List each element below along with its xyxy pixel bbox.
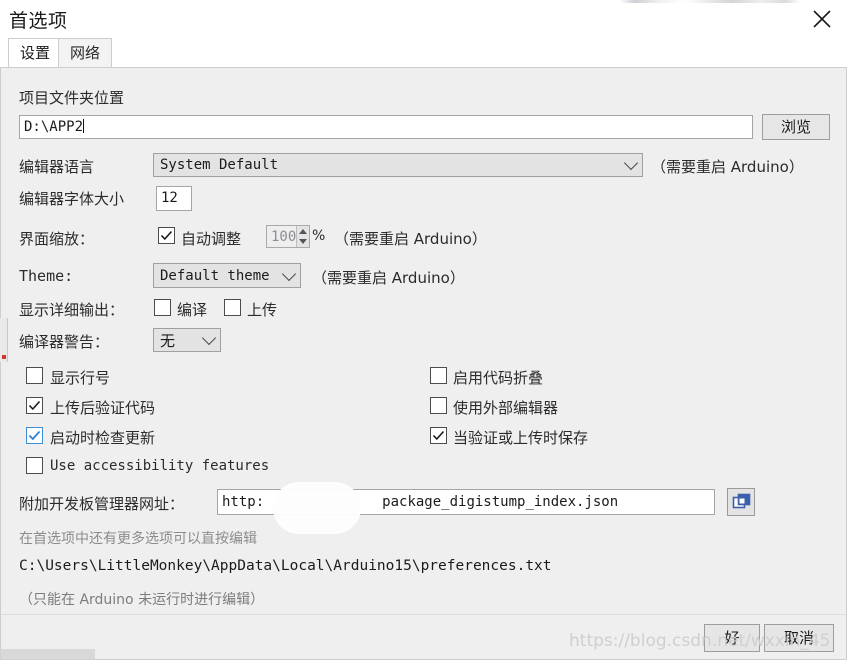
- auto-scale-label[interactable]: 自动调整: [181, 228, 241, 249]
- compiler-warnings-value: 无: [160, 331, 176, 350]
- interface-scale-restart-note: （需要重启 Arduino）: [334, 230, 487, 248]
- board-manager-urls-value-left: http:: [222, 494, 265, 510]
- stepper-up-icon[interactable]: [297, 226, 309, 237]
- title-bar: 首选项: [0, 0, 847, 38]
- verify-after-upload-checkbox[interactable]: [26, 397, 43, 414]
- tab-settings[interactable]: 设置: [8, 38, 63, 68]
- verbose-upload-checkbox[interactable]: [224, 299, 241, 316]
- show-line-numbers-checkbox[interactable]: [26, 367, 43, 384]
- percent-sign: %: [312, 228, 326, 244]
- page-title: 首选项: [9, 10, 68, 32]
- verbose-upload-label[interactable]: 上传: [247, 299, 277, 320]
- stepper-down-icon[interactable]: [297, 236, 309, 247]
- settings-panel: 项目文件夹位置 D:\APP2 浏览 编辑器语言 System Default …: [0, 68, 847, 614]
- preferences-edit-note: （只能在 Arduino 未运行时进行编辑）: [19, 592, 265, 608]
- compiler-warnings-label: 编译器警告：: [19, 333, 110, 351]
- board-manager-urls-label: 附加开发板管理器网址：: [19, 495, 185, 513]
- sketchbook-location-value: D:\APP2: [24, 119, 84, 135]
- chevron-down-icon: [198, 330, 220, 347]
- theme-label: Theme:: [19, 267, 74, 285]
- verify-after-upload-label[interactable]: 上传后验证代码: [50, 397, 155, 418]
- save-on-verify-upload-checkbox[interactable]: [430, 427, 447, 444]
- theme-restart-note: （需要重启 Arduino）: [312, 269, 465, 287]
- cancel-button[interactable]: 取消: [764, 624, 834, 652]
- enable-code-folding-checkbox[interactable]: [430, 367, 447, 384]
- interface-scale-label: 界面缩放：: [19, 230, 95, 248]
- verbose-compile-label[interactable]: 编译: [177, 299, 207, 320]
- show-line-numbers-label[interactable]: 显示行号: [50, 367, 110, 388]
- editor-language-select[interactable]: System Default: [153, 153, 643, 177]
- save-on-verify-upload-label[interactable]: 当验证或上传时保存: [453, 427, 588, 448]
- window-edit-icon[interactable]: [727, 488, 755, 516]
- auto-scale-checkbox[interactable]: [158, 227, 175, 244]
- scale-percent-value: 100: [271, 228, 297, 245]
- editor-language-restart-note: （需要重启 Arduino）: [651, 158, 804, 176]
- verbose-compile-checkbox[interactable]: [154, 299, 171, 316]
- chevron-down-icon: [278, 266, 300, 283]
- editor-language-value: System Default: [160, 157, 279, 173]
- more-preferences-hint: 在首选项中还有更多选项可以直按编辑: [19, 531, 257, 547]
- sketchbook-location-label: 项目文件夹位置: [19, 89, 125, 107]
- accessibility-features-checkbox[interactable]: [26, 457, 43, 474]
- use-external-editor-label[interactable]: 使用外部编辑器: [453, 397, 558, 418]
- theme-select[interactable]: Default theme: [153, 263, 301, 288]
- chevron-down-icon: [620, 155, 642, 172]
- tab-strip: 设置 网络: [0, 38, 847, 68]
- text-caret: [83, 119, 85, 133]
- accessibility-features-label[interactable]: Use accessibility features: [50, 458, 269, 474]
- board-manager-urls-input[interactable]: http: package_digistump_index.json: [217, 489, 715, 515]
- compiler-warnings-select[interactable]: 无: [153, 328, 221, 352]
- theme-value: Default theme: [160, 267, 270, 284]
- editor-font-size-input[interactable]: 12: [156, 186, 192, 211]
- editor-language-label: 编辑器语言: [19, 158, 95, 176]
- preferences-dialog: 首选项 设置 网络 项目文件夹位置 D:\APP2 浏览 编辑器语言 Syste…: [0, 0, 847, 660]
- ok-button[interactable]: 好: [704, 624, 760, 652]
- check-updates-on-startup-checkbox[interactable]: [26, 427, 43, 444]
- preferences-file-path: C:\Users\LittleMonkey\AppData\Local\Ardu…: [19, 558, 552, 574]
- dialog-footer: 好 取消: [0, 614, 847, 660]
- enable-code-folding-label[interactable]: 启用代码折叠: [453, 367, 543, 388]
- screenshot-artifact-bottom: [0, 649, 95, 660]
- verbose-output-label: 显示详细输出：: [19, 301, 125, 319]
- board-manager-urls-value-right: package_digistump_index.json: [382, 494, 619, 510]
- close-icon[interactable]: [805, 2, 839, 34]
- editor-font-size-label: 编辑器字体大小: [19, 190, 125, 208]
- screenshot-artifact-top: [620, 0, 800, 3]
- use-external-editor-checkbox[interactable]: [430, 397, 447, 414]
- browse-button[interactable]: 浏览: [762, 114, 830, 140]
- stepper-buttons[interactable]: [296, 226, 309, 247]
- check-updates-on-startup-label[interactable]: 启动时检查更新: [50, 427, 155, 448]
- sketchbook-location-input[interactable]: D:\APP2: [19, 115, 753, 139]
- scale-percent-stepper[interactable]: 100: [266, 225, 310, 248]
- tab-network[interactable]: 网络: [58, 38, 113, 68]
- screenshot-artifact-left-dot: [2, 355, 6, 359]
